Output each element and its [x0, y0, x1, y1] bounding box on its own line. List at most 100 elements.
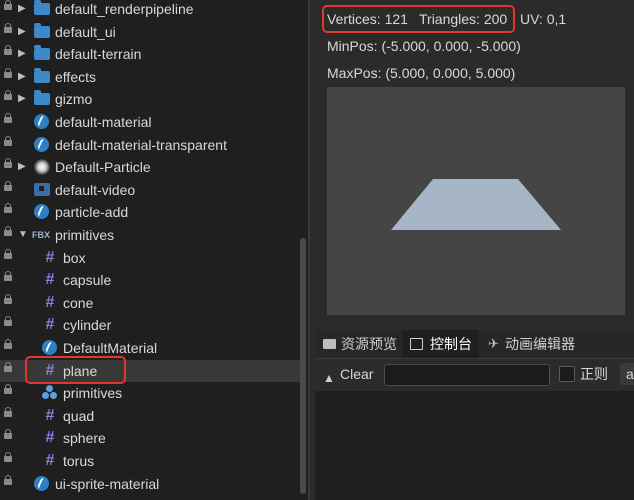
tree-item-label: primitives	[55, 227, 115, 243]
material-icon	[34, 136, 49, 152]
lock-icon[interactable]	[4, 452, 12, 462]
tree-item-label: default_ui	[55, 23, 116, 40]
console-panel: 资源预览 控制台 ✈ 动画编辑器 ▲ Clear 正则 a	[315, 330, 634, 500]
tree-item[interactable]: # torus	[0, 450, 300, 472]
regex-checkbox[interactable]	[559, 366, 575, 382]
tree-item[interactable]: # sphere	[0, 427, 300, 449]
log-level-select[interactable]: a	[620, 363, 634, 385]
tree-item-label: default-material-transparent	[55, 136, 227, 153]
preview-canvas	[391, 179, 561, 230]
lock-icon[interactable]	[4, 203, 12, 214]
lock-icon[interactable]	[4, 67, 12, 78]
lock-icon[interactable]	[4, 474, 12, 485]
tree-item-label: cylinder	[63, 317, 112, 334]
tree-item[interactable]: # quad	[0, 405, 300, 427]
folder-icon	[34, 67, 50, 83]
material-icon	[34, 114, 49, 129]
mesh-icon: #	[45, 271, 55, 289]
lock-icon[interactable]	[4, 429, 12, 440]
folder-icon	[34, 22, 50, 38]
folder-icon	[34, 0, 50, 15]
lock-icon[interactable]	[4, 293, 12, 304]
mesh-icon: #	[45, 406, 55, 424]
lock-icon[interactable]	[4, 361, 12, 372]
lock-icon[interactable]	[4, 0, 12, 10]
log-level-value: a	[626, 366, 634, 382]
lock-icon[interactable]	[4, 158, 12, 169]
tree-item[interactable]: default-material	[0, 111, 300, 133]
tree-item-label: default-material	[55, 114, 152, 130]
video-icon	[34, 182, 50, 196]
tree-item[interactable]: ▶ gizmo	[0, 88, 300, 110]
clear-label: Clear	[340, 366, 374, 382]
mesh-icon: #	[45, 452, 55, 469]
tree-item-label: gizmo	[55, 91, 93, 108]
tree-item[interactable]: ▶ default-terrain	[0, 43, 300, 65]
tree-item-label: box	[63, 249, 86, 266]
mesh-icon: #	[45, 429, 55, 447]
chevron-right-icon[interactable]: ▶	[18, 88, 26, 110]
lock-icon[interactable]	[4, 180, 12, 191]
selection-highlight	[25, 356, 126, 384]
tree-scrollbar[interactable]	[300, 238, 306, 494]
lock-icon[interactable]	[4, 90, 12, 101]
lock-icon[interactable]	[4, 406, 12, 417]
tree-item-label: quad	[63, 407, 95, 424]
tree-item-label: ui-sprite-material	[55, 475, 160, 492]
tree-item-label: Default-Particle	[55, 159, 151, 176]
tree-item[interactable]: # cylinder	[0, 314, 300, 336]
lock-icon[interactable]	[4, 226, 12, 236]
chevron-right-icon[interactable]: ▶	[18, 156, 26, 178]
clear-button[interactable]: ▲ Clear	[319, 363, 375, 385]
vertex-stats-highlight	[322, 5, 515, 33]
lock-icon[interactable]	[4, 271, 12, 282]
mesh-icon: #	[45, 293, 55, 311]
lock-icon[interactable]	[4, 113, 12, 123]
tree-item[interactable]: default-material-transparent	[0, 134, 300, 156]
lock-icon[interactable]	[4, 248, 12, 259]
tab-console[interactable]: 控制台	[403, 330, 479, 358]
tree-item-label: torus	[63, 453, 95, 469]
chevron-right-icon[interactable]: ▶	[18, 0, 26, 20]
tab-asset-preview[interactable]: 资源预览	[315, 330, 402, 358]
inspector-panel: Vertices: 121 Triangles: 200 UV: 0,1 Min…	[310, 0, 634, 500]
tab-animation-editor[interactable]: ✈ 动画编辑器	[481, 330, 581, 358]
max-position: MaxPos: (5.000, 0.000, 5.000)	[327, 65, 516, 81]
filter-input[interactable]	[384, 364, 550, 386]
tree-item[interactable]: default-video	[0, 179, 300, 201]
console-toolbar: ▲ Clear 正则 a	[315, 359, 634, 391]
tree-item[interactable]: particle-add	[0, 201, 300, 223]
tree-item[interactable]: # cone	[0, 292, 300, 314]
tree-item-label: default_renderpipeline	[55, 1, 194, 17]
tree-item[interactable]: ▶ default_ui	[0, 21, 300, 43]
tree-item[interactable]: ▼ FBX primitives	[0, 224, 300, 246]
tree-item[interactable]: # box	[0, 247, 300, 269]
lock-icon[interactable]	[4, 22, 12, 33]
chevron-right-icon[interactable]: ▶	[18, 66, 26, 88]
mesh-icon: #	[45, 316, 55, 334]
folder-icon	[34, 90, 50, 106]
tree-item[interactable]: ▶ Default-Particle	[0, 156, 300, 178]
tree-item[interactable]: ▶ default_renderpipeline	[0, 0, 300, 20]
tree-item-label: primitives	[63, 385, 123, 402]
mesh-preview[interactable]	[327, 87, 625, 315]
tree-item[interactable]: ▶ effects	[0, 66, 300, 88]
tab-label: 控制台	[430, 336, 472, 352]
tree-item[interactable]: ui-sprite-material	[0, 473, 300, 495]
tab-label: 资源预览	[341, 336, 397, 352]
tree-item-label: default-video	[55, 181, 136, 198]
lock-icon[interactable]	[4, 316, 12, 327]
chevron-down-icon[interactable]: ▼	[18, 224, 28, 246]
fbx-icon: FBX	[32, 230, 50, 240]
tree-item[interactable]: # capsule	[0, 269, 300, 291]
material-icon	[42, 340, 57, 355]
chevron-right-icon[interactable]: ▶	[18, 21, 26, 43]
chevron-right-icon[interactable]: ▶	[18, 43, 26, 65]
lock-icon[interactable]	[4, 135, 12, 146]
lock-icon[interactable]	[4, 384, 12, 395]
particle-icon	[34, 159, 50, 176]
tree-item[interactable]: primitives	[0, 382, 300, 404]
lock-icon[interactable]	[4, 45, 12, 56]
folder-icon	[323, 339, 336, 349]
lock-icon[interactable]	[4, 339, 12, 349]
